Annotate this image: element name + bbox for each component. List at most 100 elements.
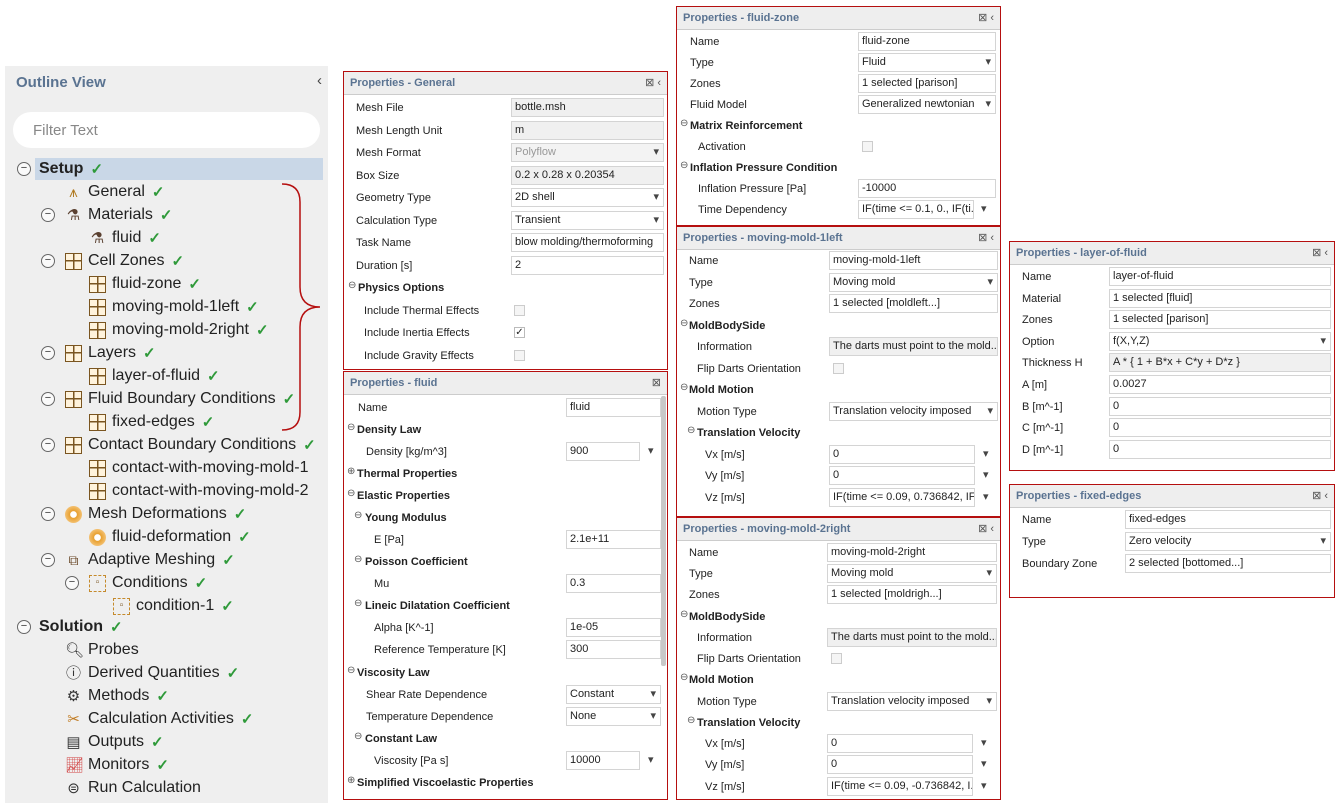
include-inertia-effects-checkbox[interactable]: ✓ xyxy=(514,327,525,338)
expand-icon[interactable]: ⊖ xyxy=(348,280,356,291)
section-row[interactable]: ⊖ Elastic Properties xyxy=(344,485,667,507)
section-row[interactable]: ⊖ Young Modulus xyxy=(344,507,667,529)
boundary-zone-field[interactable]: 2 selected [bottomed...] xyxy=(1125,554,1331,573)
tree-item-methods[interactable]: ⚙ Methods ✓ xyxy=(65,685,169,707)
tree-item-adaptive-meshing[interactable]: ⧉ Adaptive Meshing ✓ xyxy=(65,549,235,571)
collapse-layers-toggle[interactable]: − xyxy=(41,346,55,360)
collapse-fluid-bc-toggle[interactable]: − xyxy=(41,392,55,406)
section-row[interactable]: ⊖ MoldBodySide xyxy=(677,315,1000,337)
panel-tools-icon[interactable]: ⊠ ‹ xyxy=(1312,242,1328,264)
tree-item-setup[interactable]: Setup ✓ xyxy=(35,158,323,180)
dropdown-arrow-icon[interactable]: ▾ xyxy=(983,468,989,481)
section-row[interactable]: ⊖ Physics Options xyxy=(344,277,667,299)
coefficient-d-field[interactable]: 0 xyxy=(1109,440,1331,459)
tree-item-general[interactable]: ⩚ General ✓ xyxy=(65,181,164,203)
tree-item-condition-1[interactable]: ▫ condition-1 ✓ xyxy=(113,595,234,617)
tree-item-outputs[interactable]: ▤ Outputs ✓ xyxy=(65,731,163,753)
tree-item-contact-with-moving-mold-2[interactable]: contact-with-moving-mold-2 xyxy=(89,480,309,502)
tree-item-run-calculation[interactable]: ⊜ Run Calculation xyxy=(65,777,201,799)
coefficient-c-field[interactable]: 0 xyxy=(1109,418,1331,437)
tree-item-mesh-deformations[interactable]: Mesh Deformations ✓ xyxy=(65,503,246,525)
expand-icon[interactable]: ⊖ xyxy=(680,118,688,129)
viscosity-field[interactable]: 10000 xyxy=(566,751,640,770)
expand-icon[interactable]: ⊖ xyxy=(680,672,688,683)
tree-item-monitors[interactable]: 📈︎ Monitors ✓ xyxy=(65,754,169,776)
mold2-type-select[interactable]: Moving mold xyxy=(827,564,997,583)
tree-item-fluid-zone[interactable]: fluid-zone ✓ xyxy=(89,273,201,295)
collapse-conditions-toggle[interactable]: − xyxy=(65,576,79,590)
layer-zones-field[interactable]: 1 selected [parison] xyxy=(1109,310,1331,329)
filter-text-input[interactable] xyxy=(13,112,320,148)
expand-icon[interactable]: ⊖ xyxy=(347,488,355,499)
tree-item-materials[interactable]: ⚗ Materials ✓ xyxy=(65,204,173,226)
reference-temperature-field[interactable]: 300 xyxy=(566,640,661,659)
expand-icon[interactable]: ⊖ xyxy=(680,609,688,620)
mold1-name-field[interactable]: moving-mold-1left xyxy=(829,251,998,270)
expand-icon[interactable]: ⊖ xyxy=(354,510,362,521)
collapse-panel-icon[interactable]: ‹ xyxy=(317,72,322,89)
mold2-vy-field[interactable]: 0 xyxy=(827,755,973,774)
collapse-solution-toggle[interactable]: − xyxy=(17,620,31,634)
expand-icon[interactable]: ⊖ xyxy=(680,160,688,171)
fluid-name-field[interactable]: fluid xyxy=(566,398,661,417)
tree-item-fluid-deformation[interactable]: fluid-deformation ✓ xyxy=(89,526,251,548)
tree-item-solution[interactable]: Solution ✓ xyxy=(35,616,123,638)
section-row[interactable]: ⊖ Lineic Dilatation Coefficient xyxy=(344,595,667,617)
tree-item-fluid-boundary-conditions[interactable]: Fluid Boundary Conditions ✓ xyxy=(65,388,295,410)
mold2-vx-field[interactable]: 0 xyxy=(827,734,973,753)
expand-icon[interactable]: ⊖ xyxy=(687,425,695,436)
layer-name-field[interactable]: layer-of-fluid xyxy=(1109,267,1331,286)
fluid-zone-name-field[interactable]: fluid-zone xyxy=(858,32,996,51)
dropdown-arrow-icon[interactable]: ▾ xyxy=(648,753,654,766)
mesh-format-select[interactable]: Polyflow xyxy=(511,143,664,162)
include-gravity-effects-checkbox[interactable] xyxy=(514,350,525,361)
mold2-flip-darts-checkbox[interactable] xyxy=(831,653,842,664)
tree-item-probes[interactable]: 🔍︎ Probes xyxy=(65,639,139,661)
section-row[interactable]: ⊖ Viscosity Law xyxy=(344,662,667,684)
tree-item-layer-of-fluid[interactable]: layer-of-fluid ✓ xyxy=(89,365,220,387)
box-size-field[interactable]: 0.2 x 0.28 x 0.20354 xyxy=(511,166,664,185)
dropdown-arrow-icon[interactable]: ▾ xyxy=(981,736,987,749)
coefficient-a-field[interactable]: 0.0027 xyxy=(1109,375,1331,394)
expand-icon[interactable]: ⊖ xyxy=(680,318,688,329)
dropdown-arrow-icon[interactable]: ▾ xyxy=(983,447,989,460)
collapse-mesh-deformations-toggle[interactable]: − xyxy=(41,507,55,521)
section-row[interactable]: ⊖ Density Law xyxy=(344,419,667,441)
time-dependency-field[interactable]: IF(time <= 0.1, 0., IF(ti... xyxy=(858,200,974,219)
section-row[interactable]: ⊖ Translation Velocity xyxy=(677,422,1000,444)
tree-item-conditions[interactable]: ▫ Conditions ✓ xyxy=(89,572,207,594)
inflation-pressure-field[interactable]: -10000 xyxy=(858,179,996,198)
panel-tools-icon[interactable]: ⊠ ‹ xyxy=(978,227,994,249)
expand-icon[interactable]: ⊖ xyxy=(354,731,362,742)
mold2-vz-field[interactable]: IF(time <= 0.09, -0.736842, I... xyxy=(827,777,973,796)
mold2-zones-field[interactable]: 1 selected [moldrigh...] xyxy=(827,585,997,604)
section-row[interactable]: ⊖ MoldBodySide xyxy=(677,606,1000,628)
section-row[interactable]: ⊖ Translation Velocity xyxy=(677,712,1000,734)
mesh-length-unit-field[interactable]: m xyxy=(511,121,664,140)
section-row[interactable]: ⊖ Mold Motion xyxy=(677,669,1000,691)
dropdown-arrow-icon[interactable]: ▾ xyxy=(981,779,987,792)
expand-icon[interactable]: ⊖ xyxy=(687,715,695,726)
expand-icon[interactable]: ⊖ xyxy=(354,598,362,609)
mold1-motion-type-select[interactable]: Translation velocity imposed xyxy=(829,402,998,421)
mold2-information-field[interactable]: The darts must point to the mold... xyxy=(827,628,997,647)
tree-item-fluid[interactable]: ⚗ fluid ✓ xyxy=(89,227,161,249)
dropdown-arrow-icon[interactable]: ▾ xyxy=(983,490,989,503)
layer-option-select[interactable]: f(X,Y,Z) xyxy=(1109,332,1331,351)
tree-item-moving-mold-2right[interactable]: moving-mold-2right ✓ xyxy=(89,319,269,341)
edges-type-select[interactable]: Zero velocity xyxy=(1125,532,1331,551)
mold1-flip-darts-checkbox[interactable] xyxy=(833,363,844,374)
shear-rate-dependence-select[interactable]: Constant xyxy=(566,685,661,704)
zone-type-select[interactable]: Fluid xyxy=(858,53,996,72)
layer-material-field[interactable]: 1 selected [fluid] xyxy=(1109,289,1331,308)
tree-item-contact-boundary-conditions[interactable]: Contact Boundary Conditions ✓ xyxy=(65,434,316,456)
panel-tools-icon[interactable]: ⊠ ‹ xyxy=(978,518,994,540)
tree-item-cell-zones[interactable]: Cell Zones ✓ xyxy=(65,250,184,272)
mesh-file-field[interactable]: bottle.msh xyxy=(511,98,664,117)
mold1-vz-field[interactable]: IF(time <= 0.09, 0.736842, IF... xyxy=(829,488,975,507)
tree-item-fixed-edges[interactable]: fixed-edges ✓ xyxy=(89,411,214,433)
panel-tools-icon[interactable]: ⊠ ‹ xyxy=(1312,485,1328,507)
task-name-field[interactable]: blow molding/thermoforming xyxy=(511,233,664,252)
duration-field[interactable]: 2 xyxy=(511,256,664,275)
dropdown-arrow-icon[interactable]: ▾ xyxy=(648,444,654,457)
